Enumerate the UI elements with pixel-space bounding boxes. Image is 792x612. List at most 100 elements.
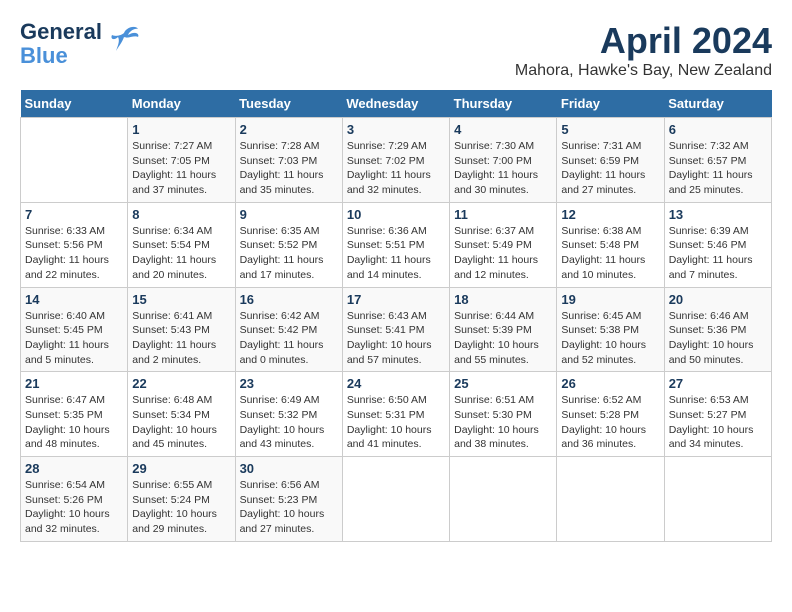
calendar-cell: 8Sunrise: 6:34 AM Sunset: 5:54 PM Daylig… [128,202,235,287]
cell-sun-info: Sunrise: 6:44 AM Sunset: 5:39 PM Dayligh… [454,309,552,368]
cell-sun-info: Sunrise: 6:54 AM Sunset: 5:26 PM Dayligh… [25,478,123,537]
day-number: 8 [132,207,230,222]
cell-sun-info: Sunrise: 6:37 AM Sunset: 5:49 PM Dayligh… [454,224,552,283]
calendar-cell: 10 Sunrise: 6:36 AM Sunset: 5:51 PM Dayli… [342,202,449,287]
calendar-cell: 21 Sunrise: 6:47 AM Sunset: 5:35 PM Dayli… [21,372,128,457]
day-number: 21 [25,376,123,391]
day-number: 22 [132,376,230,391]
logo-general: General [20,20,102,44]
weekday-header-monday: Monday [128,90,235,118]
day-number: 27 [669,376,767,391]
cell-sun-info: Sunrise: 6:40 AM Sunset: 5:45 PM Dayligh… [25,309,123,368]
cell-sun-info: Sunrise: 6:39 AM Sunset: 5:46 PM Dayligh… [669,224,767,283]
weekday-header-row: SundayMondayTuesdayWednesdayThursdayFrid… [21,90,772,118]
weekday-header-thursday: Thursday [450,90,557,118]
day-number: 23 [240,376,338,391]
cell-sun-info: Sunrise: 6:35 AM Sunset: 5:52 PM Dayligh… [240,224,338,283]
day-number: 28 [25,461,123,476]
cell-sun-info: Sunrise: 6:56 AM Sunset: 5:23 PM Dayligh… [240,478,338,537]
weekday-header-tuesday: Tuesday [235,90,342,118]
calendar-cell: 6 Sunrise: 7:32 AM Sunset: 6:57 PM Daylig… [664,118,771,203]
title-block: April 2024 Mahora, Hawke's Bay, New Zeal… [515,20,772,80]
calendar-week-row: 28 Sunrise: 6:54 AM Sunset: 5:26 PM Dayli… [21,457,772,542]
calendar-cell: 22 Sunrise: 6:48 AM Sunset: 5:34 PM Dayli… [128,372,235,457]
calendar-cell: 29 Sunrise: 6:55 AM Sunset: 5:24 PM Dayli… [128,457,235,542]
month-title: April 2024 [515,20,772,62]
day-number: 2 [240,122,338,137]
day-number: 1 [132,122,230,137]
cell-sun-info: Sunrise: 6:36 AM Sunset: 5:51 PM Dayligh… [347,224,445,283]
calendar-cell: 20Sunrise: 6:46 AM Sunset: 5:36 PM Dayli… [664,287,771,372]
day-number: 11 [454,207,552,222]
calendar-cell: 11 Sunrise: 6:37 AM Sunset: 5:49 PM Dayli… [450,202,557,287]
day-number: 4 [454,122,552,137]
day-number: 24 [347,376,445,391]
calendar-week-row: 21 Sunrise: 6:47 AM Sunset: 5:35 PM Dayli… [21,372,772,457]
weekday-header-wednesday: Wednesday [342,90,449,118]
cell-sun-info: Sunrise: 6:47 AM Sunset: 5:35 PM Dayligh… [25,393,123,452]
day-number: 13 [669,207,767,222]
cell-sun-info: Sunrise: 7:28 AM Sunset: 7:03 PM Dayligh… [240,139,338,198]
calendar-cell: 2 Sunrise: 7:28 AM Sunset: 7:03 PM Daylig… [235,118,342,203]
cell-sun-info: Sunrise: 6:51 AM Sunset: 5:30 PM Dayligh… [454,393,552,452]
calendar-cell [21,118,128,203]
calendar-cell: 4Sunrise: 7:30 AM Sunset: 7:00 PM Daylig… [450,118,557,203]
calendar-cell: 28 Sunrise: 6:54 AM Sunset: 5:26 PM Dayli… [21,457,128,542]
calendar-cell: 17 Sunrise: 6:43 AM Sunset: 5:41 PM Dayli… [342,287,449,372]
day-number: 9 [240,207,338,222]
cell-sun-info: Sunrise: 6:48 AM Sunset: 5:34 PM Dayligh… [132,393,230,452]
calendar-cell: 9 Sunrise: 6:35 AM Sunset: 5:52 PM Daylig… [235,202,342,287]
cell-sun-info: Sunrise: 7:29 AM Sunset: 7:02 PM Dayligh… [347,139,445,198]
calendar-cell: 26Sunrise: 6:52 AM Sunset: 5:28 PM Dayli… [557,372,664,457]
calendar-week-row: 7 Sunrise: 6:33 AM Sunset: 5:56 PM Daylig… [21,202,772,287]
location-subtitle: Mahora, Hawke's Bay, New Zealand [515,62,772,80]
calendar-cell: 27Sunrise: 6:53 AM Sunset: 5:27 PM Dayli… [664,372,771,457]
calendar-cell [557,457,664,542]
cell-sun-info: Sunrise: 6:52 AM Sunset: 5:28 PM Dayligh… [561,393,659,452]
day-number: 10 [347,207,445,222]
day-number: 16 [240,292,338,307]
day-number: 30 [240,461,338,476]
day-number: 12 [561,207,659,222]
calendar-cell: 12Sunrise: 6:38 AM Sunset: 5:48 PM Dayli… [557,202,664,287]
cell-sun-info: Sunrise: 6:50 AM Sunset: 5:31 PM Dayligh… [347,393,445,452]
cell-sun-info: Sunrise: 6:43 AM Sunset: 5:41 PM Dayligh… [347,309,445,368]
day-number: 5 [561,122,659,137]
day-number: 14 [25,292,123,307]
calendar-cell: 16 Sunrise: 6:42 AM Sunset: 5:42 PM Dayli… [235,287,342,372]
cell-sun-info: Sunrise: 7:31 AM Sunset: 6:59 PM Dayligh… [561,139,659,198]
day-number: 6 [669,122,767,137]
day-number: 25 [454,376,552,391]
logo: General Blue [20,20,140,68]
logo-blue: Blue [20,44,102,68]
cell-sun-info: Sunrise: 6:49 AM Sunset: 5:32 PM Dayligh… [240,393,338,452]
calendar-cell [342,457,449,542]
calendar-cell: 30 Sunrise: 6:56 AM Sunset: 5:23 PM Dayli… [235,457,342,542]
calendar-cell: 14 Sunrise: 6:40 AM Sunset: 5:45 PM Dayli… [21,287,128,372]
cell-sun-info: Sunrise: 6:46 AM Sunset: 5:36 PM Dayligh… [669,309,767,368]
calendar-cell: 19Sunrise: 6:45 AM Sunset: 5:38 PM Dayli… [557,287,664,372]
cell-sun-info: Sunrise: 7:32 AM Sunset: 6:57 PM Dayligh… [669,139,767,198]
calendar-table: SundayMondayTuesdayWednesdayThursdayFrid… [20,90,772,542]
cell-sun-info: Sunrise: 6:33 AM Sunset: 5:56 PM Dayligh… [25,224,123,283]
calendar-cell: 1 Sunrise: 7:27 AM Sunset: 7:05 PM Daylig… [128,118,235,203]
day-number: 19 [561,292,659,307]
day-number: 17 [347,292,445,307]
calendar-cell: 24 Sunrise: 6:50 AM Sunset: 5:31 PM Dayli… [342,372,449,457]
day-number: 15 [132,292,230,307]
calendar-cell: 25 Sunrise: 6:51 AM Sunset: 5:30 PM Dayli… [450,372,557,457]
cell-sun-info: Sunrise: 6:55 AM Sunset: 5:24 PM Dayligh… [132,478,230,537]
cell-sun-info: Sunrise: 7:27 AM Sunset: 7:05 PM Dayligh… [132,139,230,198]
logo-bird-icon [108,25,140,58]
calendar-week-row: 14 Sunrise: 6:40 AM Sunset: 5:45 PM Dayli… [21,287,772,372]
day-number: 29 [132,461,230,476]
page-header: General Blue April 2024 Mahora, Hawke's … [20,20,772,80]
calendar-cell: 18Sunrise: 6:44 AM Sunset: 5:39 PM Dayli… [450,287,557,372]
day-number: 7 [25,207,123,222]
day-number: 3 [347,122,445,137]
cell-sun-info: Sunrise: 6:42 AM Sunset: 5:42 PM Dayligh… [240,309,338,368]
weekday-header-sunday: Sunday [21,90,128,118]
calendar-cell: 23 Sunrise: 6:49 AM Sunset: 5:32 PM Dayli… [235,372,342,457]
weekday-header-saturday: Saturday [664,90,771,118]
calendar-cell: 3 Sunrise: 7:29 AM Sunset: 7:02 PM Daylig… [342,118,449,203]
